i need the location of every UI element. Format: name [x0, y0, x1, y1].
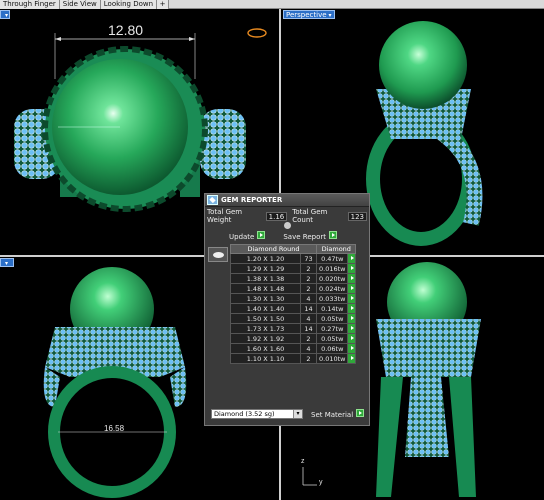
- material-select[interactable]: Diamond (3.52 sg) ▾: [211, 409, 303, 419]
- save-report-button[interactable]: Save Report: [283, 231, 337, 241]
- axis-y-label: y: [319, 479, 323, 486]
- tab-looking-down[interactable]: Looking Down: [100, 0, 158, 9]
- select-gem-arrow-icon[interactable]: [347, 323, 357, 334]
- gem-weight-cell: 0.14tw: [315, 303, 349, 314]
- select-gem-arrow-icon[interactable]: [347, 353, 357, 364]
- update-button[interactable]: Update: [229, 231, 266, 241]
- select-gem-arrow-icon[interactable]: [347, 253, 357, 264]
- gem-count-cell: 2: [300, 333, 317, 344]
- diamond-round-thumbnail: [208, 247, 228, 262]
- gem-icon: [207, 195, 218, 205]
- gem-table-body: 1.20 X 1.20 73 0.47tw 1.29 X 1.29 2 0.016tw 1.…: [230, 253, 357, 364]
- viewport-menu-button[interactable]: ▾: [0, 10, 10, 19]
- gem-count-cell: 4: [300, 313, 317, 324]
- play-icon: [328, 231, 337, 239]
- gem-size-cell: 1.38 X 1.38: [230, 273, 301, 284]
- material-row: Diamond (3.52 sg) ▾ Set Material: [211, 409, 365, 419]
- gem-weight-cell: 0.27tw: [315, 323, 349, 334]
- gem-weight-cell: 0.47tw: [315, 253, 349, 264]
- gem-weight-cell: 0.05tw: [315, 333, 349, 344]
- gem-count-cell: 2: [300, 263, 317, 274]
- chevron-down-icon[interactable]: ▾: [293, 410, 302, 418]
- gem-count-cell: 4: [300, 293, 317, 304]
- axis-z-label: z: [301, 458, 305, 465]
- total-gem-weight-value: 1.16: [265, 211, 288, 221]
- view-tab-bar: Through Finger Side View Looking Down +: [0, 0, 544, 9]
- viewport-menu-button[interactable]: ▾: [0, 258, 14, 267]
- panel-title: GEM REPORTER: [221, 196, 283, 204]
- gem-table-row[interactable]: 1.60 X 1.60 4 0.06tw: [230, 343, 357, 354]
- gem-table: Diamond Round Diamond 1.20 X 1.20 73 0.47t…: [230, 244, 357, 364]
- gem-count-cell: 14: [300, 303, 317, 314]
- viewport-perspective-label[interactable]: Perspective ▾: [283, 10, 335, 19]
- gem-weight-cell: 0.05tw: [315, 313, 349, 324]
- gem-count-cell: 73: [300, 253, 317, 264]
- gem-size-cell: 1.50 X 1.50: [230, 313, 301, 324]
- gem-weight-cell: 0.016tw: [315, 263, 349, 274]
- gem-weight-cell: 0.06tw: [315, 343, 349, 354]
- circle-icon: [283, 222, 291, 229]
- tab-side-view[interactable]: Side View: [59, 0, 101, 9]
- select-gem-arrow-icon[interactable]: [347, 313, 357, 324]
- gem-size-cell: 1.92 X 1.92: [230, 333, 301, 344]
- gem-table-row[interactable]: 1.10 X 1.10 2 0.010tw: [230, 353, 357, 364]
- total-gem-count-value: 123: [347, 211, 367, 221]
- gem-table-row[interactable]: 1.50 X 1.50 4 0.05tw: [230, 313, 357, 324]
- gem-count-cell: 2: [300, 283, 317, 294]
- gem-size-cell: 1.40 X 1.40: [230, 303, 301, 314]
- gem-weight-cell: 0.024tw: [315, 283, 349, 294]
- gem-count-cell: 2: [300, 273, 317, 284]
- gem-reporter-panel: GEM REPORTER Total Gem Weight 1.16 Total…: [204, 193, 370, 426]
- select-gem-arrow-icon[interactable]: [347, 273, 357, 284]
- chevron-down-icon: ▾: [5, 12, 9, 19]
- gem-weight-cell: 0.033tw: [315, 293, 349, 304]
- inner-diameter-label: 16.58: [104, 424, 125, 433]
- tab-through-finger[interactable]: Through Finger: [0, 0, 60, 9]
- play-icon: [257, 231, 266, 239]
- gem-table-row[interactable]: 1.40 X 1.40 14 0.14tw: [230, 303, 357, 314]
- column-header-material: Diamond: [315, 244, 357, 254]
- set-material-button[interactable]: Set Material: [311, 409, 365, 419]
- gem-weight-cell: 0.020tw: [315, 273, 349, 284]
- column-header-shape: Diamond Round: [230, 244, 317, 254]
- total-gem-weight-label: Total Gem Weight: [207, 208, 243, 224]
- select-gem-arrow-icon[interactable]: [347, 293, 357, 304]
- gem-count-cell: 14: [300, 323, 317, 334]
- select-gem-arrow-icon[interactable]: [347, 263, 357, 274]
- gem-table-row[interactable]: 1.20 X 1.20 73 0.47tw: [230, 253, 357, 264]
- gem-table-row[interactable]: 1.38 X 1.38 2 0.020tw: [230, 273, 357, 284]
- gem-count-cell: 2: [300, 353, 317, 364]
- gem-table-row[interactable]: 1.73 X 1.73 14 0.27tw: [230, 323, 357, 334]
- add-tab-button[interactable]: +: [157, 0, 170, 9]
- select-gem-arrow-icon[interactable]: [347, 333, 357, 344]
- select-gem-arrow-icon[interactable]: [347, 343, 357, 354]
- total-gem-count-label: Total Gem Count: [292, 208, 328, 224]
- play-icon: [356, 409, 365, 417]
- gem-table-row[interactable]: 1.29 X 1.29 2 0.016tw: [230, 263, 357, 274]
- gem-table-row[interactable]: 1.30 X 1.30 4 0.033tw: [230, 293, 357, 304]
- gem-count-cell: 4: [300, 343, 317, 354]
- gem-table-row[interactable]: 1.48 X 1.48 2 0.024tw: [230, 283, 357, 294]
- gem-size-cell: 1.60 X 1.60: [230, 343, 301, 354]
- gem-size-cell: 1.20 X 1.20: [230, 253, 301, 264]
- gem-size-cell: 1.73 X 1.73: [230, 323, 301, 334]
- select-gem-arrow-icon[interactable]: [347, 283, 357, 294]
- gem-size-cell: 1.29 X 1.29: [230, 263, 301, 274]
- gem-table-row[interactable]: 1.92 X 1.92 2 0.05tw: [230, 333, 357, 344]
- chevron-down-icon: ▾: [328, 12, 332, 19]
- chevron-down-icon: ▾: [5, 260, 9, 267]
- select-gem-arrow-icon[interactable]: [347, 303, 357, 314]
- gem-reporter-titlebar[interactable]: GEM REPORTER: [205, 194, 369, 207]
- gem-size-cell: 1.48 X 1.48: [230, 283, 301, 294]
- gem-weight-cell: 0.010tw: [315, 353, 349, 364]
- gem-size-cell: 1.30 X 1.30: [230, 293, 301, 304]
- gem-size-cell: 1.10 X 1.10: [230, 353, 301, 364]
- width-dimension-label: 12.80: [108, 22, 144, 38]
